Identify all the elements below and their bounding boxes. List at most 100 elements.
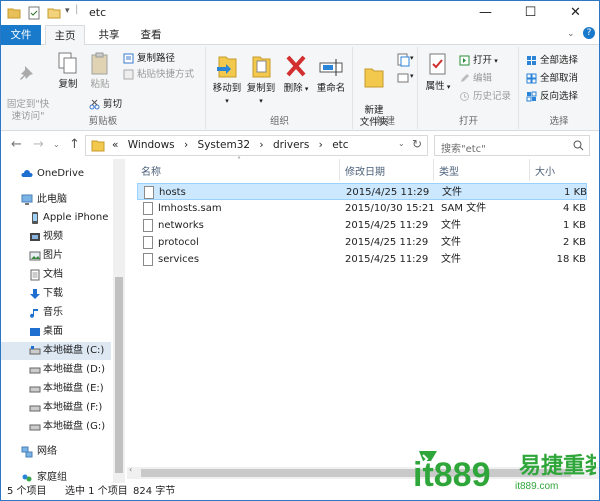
nav-this-pc[interactable]: 此电脑 (1, 191, 111, 209)
nav-documents[interactable]: 文档 (1, 266, 111, 284)
easy-access-dropdown-icon[interactable]: ▾ (410, 72, 414, 80)
file-row[interactable]: protocol 2015/4/25 11:29 文件 2 KB (137, 234, 587, 251)
column-divider[interactable] (529, 159, 530, 181)
paste-button[interactable]: 粘贴 (85, 51, 115, 91)
window-title: etc (89, 6, 107, 19)
address-dropdown-icon[interactable]: ⌄ (398, 139, 405, 148)
collapse-ribbon-icon[interactable]: ⌄ (567, 29, 575, 39)
paste-icon (91, 52, 108, 75)
network-icon (21, 446, 33, 458)
new-item-icon[interactable] (396, 53, 410, 67)
breadcrumb-etc[interactable]: etc (332, 139, 348, 151)
customize-qa-icon[interactable]: ▾ (65, 6, 70, 16)
tab-share[interactable]: 共享 (89, 25, 129, 45)
nav-scrollbar[interactable] (113, 159, 125, 483)
file-row[interactable]: services 2015/4/25 11:29 文件 18 KB (137, 251, 587, 268)
desktop-icon (30, 328, 40, 336)
nav-pictures[interactable]: 图片 (1, 247, 111, 265)
breadcrumb-system32[interactable]: System32 (198, 139, 251, 151)
cut-button[interactable]: 剪切 (89, 97, 122, 112)
column-size[interactable]: 大小 (535, 163, 555, 178)
select-all-button[interactable]: 全部选择 (526, 53, 578, 68)
nav-disk-d[interactable]: 本地磁盘 (D:) (1, 361, 111, 379)
scroll-left-icon[interactable]: ‹ (129, 465, 132, 474)
nav-disk-f[interactable]: 本地磁盘 (F:) (1, 399, 111, 417)
tab-home[interactable]: 主页 (45, 25, 85, 46)
new-item-dropdown-icon[interactable]: ▾ (410, 54, 414, 62)
address-bar[interactable]: « Windows › System32 › drivers › etc ⌄ ↻ (85, 135, 428, 156)
nav-disk-g[interactable]: 本地磁盘 (G:) (1, 418, 111, 436)
file-modified: 2015/4/25 11:29 (345, 220, 429, 231)
column-type[interactable]: 类型 (439, 163, 459, 178)
sort-ascending-icon: ˄ (237, 156, 241, 165)
nav-disk-g-label: 本地磁盘 (G:) (43, 421, 106, 432)
tab-view[interactable]: 查看 (131, 25, 171, 45)
back-button[interactable]: ← (11, 137, 22, 152)
properties-button[interactable]: 属性 ▾ (423, 51, 453, 93)
history-button[interactable]: 历史记录 (459, 89, 511, 104)
forward-button[interactable]: → (33, 137, 44, 152)
help-icon[interactable]: ? (583, 27, 595, 39)
status-item-count: 5 个项目 (7, 486, 47, 497)
up-button[interactable]: ↑ (69, 137, 80, 152)
file-icon (144, 186, 154, 199)
maximize-button[interactable]: ☐ (508, 1, 553, 25)
file-row[interactable]: hosts 2015/4/25 11:29 文件 1 KB (137, 183, 587, 200)
nav-network[interactable]: 网络 (1, 443, 111, 461)
nav-desktop[interactable]: 桌面 (1, 323, 111, 341)
move-to-button[interactable]: 移动到 ▾ (211, 51, 243, 107)
documents-icon (30, 269, 40, 281)
copy-path-button[interactable]: 复制路径 (123, 51, 175, 66)
copy-button[interactable]: 复制 (53, 51, 83, 91)
search-input[interactable]: 搜索"etc" (434, 135, 590, 156)
easy-access-icon[interactable] (396, 71, 410, 85)
svg-text:it889: it889 (413, 456, 491, 494)
delete-button[interactable]: 删除 ▾ (283, 51, 309, 95)
file-size: 1 KB (563, 220, 586, 231)
breadcrumb-overflow[interactable]: « (112, 139, 118, 151)
nav-scrollbar-thumb[interactable] (115, 277, 123, 473)
nav-videos[interactable]: 视频 (1, 228, 111, 246)
paste-shortcut-button[interactable]: 粘贴快捷方式 (123, 67, 194, 82)
edit-button[interactable]: 编辑 (459, 71, 492, 86)
nav-disk-c[interactable]: 本地磁盘 (C:) (1, 342, 111, 360)
invert-selection-icon (526, 91, 537, 102)
open-button[interactable]: 打开 ▾ (459, 53, 498, 68)
tab-file[interactable]: 文件 (1, 25, 41, 45)
file-row[interactable]: networks 2015/4/25 11:29 文件 1 KB (137, 217, 587, 234)
copy-to-button[interactable]: 复制到 ▾ (245, 51, 277, 107)
new-folder-icon[interactable] (47, 6, 61, 20)
invert-selection-button[interactable]: 反向选择 (526, 89, 578, 104)
nav-downloads[interactable]: 下载 (1, 285, 111, 303)
breadcrumb-drivers[interactable]: drivers (273, 139, 309, 151)
nav-music[interactable]: 音乐 (1, 304, 111, 322)
breadcrumb-chevron-icon[interactable]: › (184, 139, 188, 151)
column-name[interactable]: 名称 (141, 163, 161, 178)
select-none-icon (526, 73, 537, 84)
group-clipboard: 固定到"快 速访问" 复制 粘贴 复制路径 粘贴快捷方式 剪切 剪贴板 (1, 47, 206, 129)
column-modified[interactable]: 修改日期 (345, 163, 385, 178)
folder-icon (91, 140, 105, 152)
column-divider[interactable] (339, 159, 340, 181)
minimize-button[interactable]: — (463, 1, 508, 25)
select-none-button[interactable]: 全部取消 (526, 71, 578, 86)
file-size: 18 KB (556, 254, 586, 265)
properties-icon[interactable] (27, 6, 41, 20)
file-type: 文件 (441, 220, 461, 231)
paste-label: 粘贴 (90, 79, 110, 90)
breadcrumb-chevron-icon[interactable]: › (259, 139, 263, 151)
column-divider[interactable] (433, 159, 434, 181)
nav-disk-e[interactable]: 本地磁盘 (E:) (1, 380, 111, 398)
clipboard-group-label: 剪贴板 (88, 116, 118, 127)
status-selected: 选中 1 个项目 (65, 486, 128, 497)
rename-button[interactable]: 重命名 (313, 51, 349, 95)
refresh-icon[interactable]: ↻ (412, 137, 422, 151)
breadcrumb-windows[interactable]: Windows (128, 139, 175, 151)
breadcrumb-chevron-icon[interactable]: › (319, 139, 323, 151)
file-row[interactable]: lmhosts.sam 2015/10/30 15:21 SAM 文件 4 KB (137, 200, 587, 217)
close-button[interactable]: ✕ (553, 1, 598, 25)
nav-apple-iphone[interactable]: Apple iPhone (1, 209, 111, 227)
file-type: 文件 (442, 187, 462, 198)
recent-locations-icon[interactable]: ⌄ (53, 140, 60, 149)
nav-onedrive[interactable]: OneDrive (1, 165, 111, 183)
